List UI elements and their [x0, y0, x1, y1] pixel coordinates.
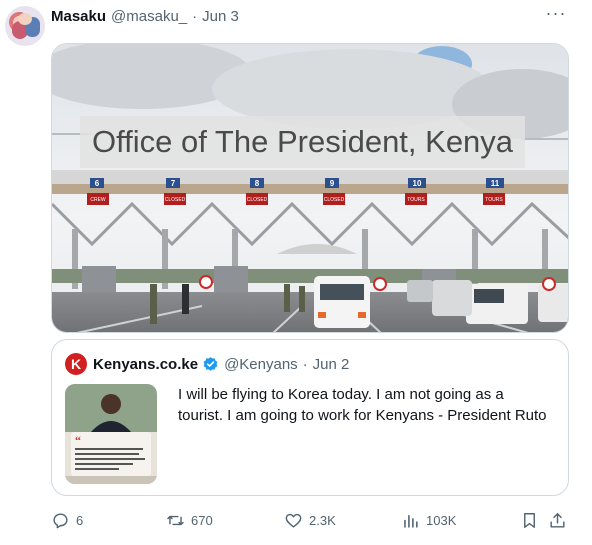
action-bar: 6 670 2.3K 103K	[51, 508, 581, 532]
quoted-tweet-date[interactable]: Jun 2	[313, 356, 350, 373]
lane-sign-1: CREW	[90, 197, 106, 203]
lane-sign-5: TOURS	[407, 197, 425, 203]
lane-number-8: 8	[255, 179, 260, 188]
retweet-icon	[167, 515, 184, 525]
like-button[interactable]: 2.3K	[284, 508, 336, 532]
views-button[interactable]: 103K	[401, 508, 456, 532]
lane-sign-4: CLOSED	[324, 197, 345, 203]
like-count: 2.3K	[309, 512, 336, 528]
tweet-date[interactable]: Jun 3	[202, 8, 239, 25]
lane-sign-6: TOURS	[485, 197, 503, 203]
bookmark-button[interactable]	[520, 508, 539, 532]
heart-icon	[285, 513, 302, 528]
reply-button[interactable]: 6	[51, 508, 83, 532]
quoted-author-handle[interactable]: @Kenyans	[224, 356, 298, 373]
quoted-author-name[interactable]: Kenyans.co.ke	[93, 356, 198, 373]
quoted-tweet-header: K Kenyans.co.ke @Kenyans · Jun 2	[65, 353, 349, 375]
views-icon	[404, 514, 418, 528]
more-options-button[interactable]: ···	[544, 4, 568, 26]
tweet-media-image[interactable]: 6 7 8 9 10 11 CREW CLOSED CLOSED CLOSED …	[51, 43, 569, 333]
author-name[interactable]: Masaku	[51, 8, 106, 25]
lane-number-9: 9	[330, 179, 335, 188]
quoted-tweet[interactable]: K Kenyans.co.ke @Kenyans · Jun 2 “ I wil…	[51, 339, 569, 496]
retweet-count: 670	[191, 512, 213, 528]
image-overlay-title: Office of The President, Kenya	[80, 116, 526, 168]
lane-number-7: 7	[171, 179, 176, 188]
share-icon	[550, 512, 565, 528]
reply-icon	[53, 512, 68, 528]
bookmark-icon	[524, 512, 535, 528]
separator-dot: ·	[192, 7, 198, 25]
quoted-tweet-text: I will be flying to Korea today. I am no…	[178, 384, 558, 426]
avatar[interactable]	[5, 6, 45, 46]
kenyans-logo-avatar[interactable]: K	[65, 353, 87, 375]
quoted-thumbnail-image[interactable]: “	[65, 384, 157, 484]
quoted-text-line-2: tourist. I am going to work for Kenyans …	[178, 407, 547, 424]
retweet-button[interactable]: 670	[166, 508, 213, 532]
toll-plaza-photo: 6 7 8 9 10 11 CREW CLOSED CLOSED CLOSED …	[52, 44, 568, 332]
lane-number-10: 10	[413, 179, 422, 188]
views-count: 103K	[426, 512, 457, 528]
quoted-text-line-1: I will be flying to Korea today. I am no…	[178, 386, 504, 403]
quoted-separator-dot: ·	[302, 355, 308, 373]
reply-count: 6	[76, 512, 84, 528]
svg-text:“: “	[75, 433, 81, 447]
lane-sign-3: CLOSED	[247, 197, 268, 203]
lane-number-6: 6	[95, 179, 100, 188]
tweet-header: Masaku @masaku_ · Jun 3	[51, 6, 239, 26]
tweet[interactable]: Masaku @masaku_ · Jun 3 ··· 6 7 8 9 10 1…	[0, 0, 592, 545]
author-handle[interactable]: @masaku_	[111, 8, 187, 25]
verified-badge-icon	[203, 356, 218, 371]
share-button[interactable]	[548, 508, 567, 532]
lane-sign-2: CLOSED	[165, 197, 186, 203]
lane-number-11: 11	[491, 179, 500, 188]
